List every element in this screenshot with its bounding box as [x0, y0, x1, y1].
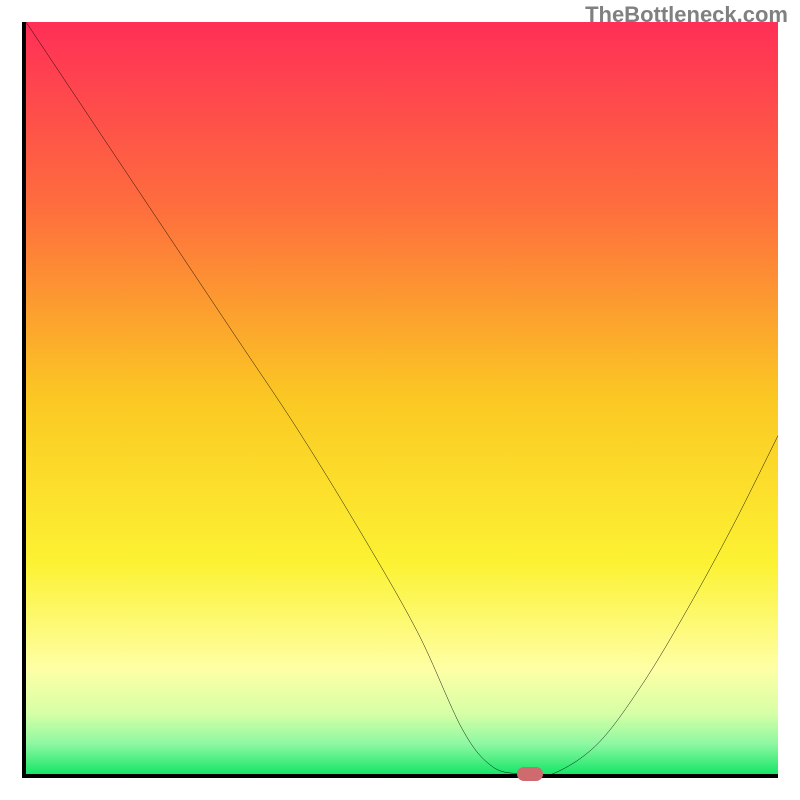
bottleneck-curve: [26, 22, 778, 774]
optimal-marker: [517, 767, 543, 781]
chart-container: TheBottleneck.com: [0, 0, 800, 800]
plot-area: [22, 22, 778, 778]
watermark-label: TheBottleneck.com: [585, 2, 788, 28]
